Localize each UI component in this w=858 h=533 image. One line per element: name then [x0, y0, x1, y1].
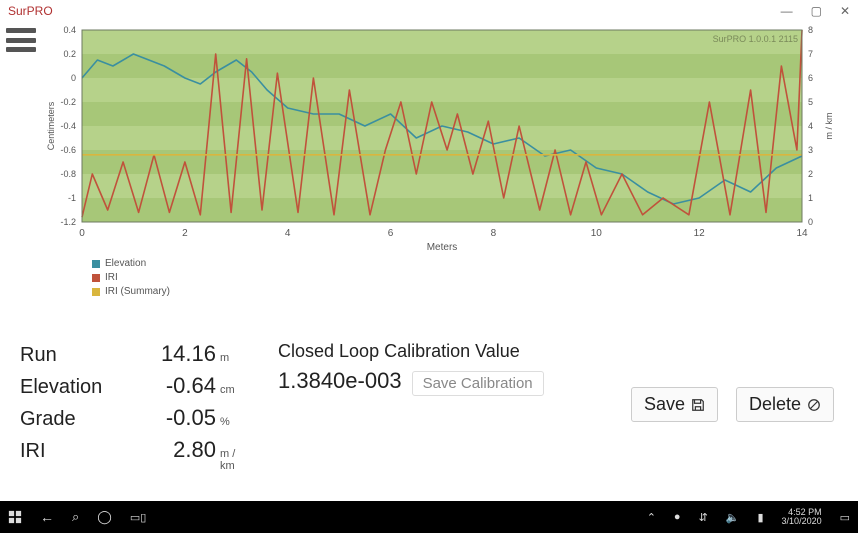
run-value: 14.16 [130, 341, 220, 367]
iri-unit: m / km [220, 448, 250, 472]
window-titlebar: SurPRO — ▢ ✕ [0, 0, 858, 22]
svg-text:-0.2: -0.2 [60, 97, 76, 107]
svg-text:12: 12 [694, 228, 706, 239]
taskbar-date: 3/10/2020 [782, 517, 822, 526]
svg-text:0: 0 [71, 73, 76, 83]
svg-text:2: 2 [182, 228, 188, 239]
svg-text:0.4: 0.4 [63, 25, 76, 35]
svg-text:3: 3 [808, 145, 813, 155]
close-button[interactable]: ✕ [840, 4, 850, 18]
chart-legend: Elevation IRI IRI (Summary) [92, 258, 842, 297]
calibration-panel: Closed Loop Calibration Value 1.3840e-00… [278, 341, 544, 472]
windows-start-icon[interactable] [8, 510, 22, 524]
svg-text:7: 7 [808, 49, 813, 59]
taskview-icon[interactable]: ▭▯ [130, 511, 146, 524]
svg-text:4: 4 [285, 228, 291, 239]
search-icon[interactable]: ⌕ [72, 509, 79, 525]
save-label: Save [644, 394, 685, 415]
run-unit: m [220, 352, 250, 364]
tray-upload-icon[interactable]: ⌃ [647, 511, 656, 524]
svg-text:0: 0 [808, 217, 813, 227]
grade-label: Grade [20, 408, 130, 431]
svg-text:-0.4: -0.4 [60, 121, 76, 131]
menu-button[interactable] [6, 28, 36, 52]
svg-text:m / km: m / km [824, 113, 834, 140]
svg-text:14: 14 [796, 228, 808, 239]
svg-text:10: 10 [591, 228, 603, 239]
windows-taskbar[interactable]: ← ⌕ ◯ ▭▯ ⌃ ● ⇵ 🔈 ▮ 4:52 PM 3/10/2020 ▭ [0, 501, 858, 533]
svg-text:0.2: 0.2 [63, 49, 76, 59]
svg-text:8: 8 [808, 25, 813, 35]
delete-label: Delete [749, 394, 801, 415]
tray-wifi-icon[interactable]: ⇵ [699, 511, 708, 524]
back-icon[interactable]: ← [40, 509, 54, 525]
notifications-icon[interactable]: ▭ [840, 511, 850, 524]
svg-text:6: 6 [388, 228, 394, 239]
svg-text:1: 1 [808, 193, 813, 203]
legend-label: Elevation [105, 258, 146, 269]
svg-text:Centimeters: Centimeters [46, 101, 56, 150]
svg-text:5: 5 [808, 97, 813, 107]
app-body: 02468101214-1.2-1-0.8-0.6-0.4-0.200.20.4… [0, 24, 858, 472]
tray-record-icon[interactable]: ● [674, 511, 681, 523]
minimize-button[interactable]: — [781, 4, 793, 18]
run-label: Run [20, 344, 130, 367]
profile-chart: 02468101214-1.2-1-0.8-0.6-0.4-0.200.20.4… [42, 24, 842, 297]
svg-text:4: 4 [808, 121, 813, 131]
grade-unit: % [220, 416, 250, 428]
svg-text:-0.8: -0.8 [60, 169, 76, 179]
svg-text:2: 2 [808, 169, 813, 179]
svg-text:6: 6 [808, 73, 813, 83]
elevation-value: -0.64 [130, 373, 220, 399]
save-button[interactable]: Save [631, 387, 718, 422]
legend-iri: IRI [92, 272, 842, 283]
svg-text:0: 0 [79, 228, 85, 239]
svg-text:Meters: Meters [427, 242, 458, 252]
save-calibration-button[interactable]: Save Calibration [412, 371, 544, 396]
taskbar-clock[interactable]: 4:52 PM 3/10/2020 [782, 508, 822, 526]
svg-text:-0.6: -0.6 [60, 145, 76, 155]
legend-label: IRI [105, 272, 118, 283]
calibration-value: 1.3840e-003 [278, 368, 402, 394]
app-title: SurPRO [8, 4, 53, 18]
elevation-label: Elevation [20, 376, 130, 399]
legend-elevation: Elevation [92, 258, 842, 269]
legend-iri-summary: IRI (Summary) [92, 286, 842, 297]
svg-text:-1.2: -1.2 [60, 217, 76, 227]
stats-readouts: Run 14.16 m Elevation -0.64 cm Grade -0.… [20, 341, 250, 472]
calibration-title: Closed Loop Calibration Value [278, 341, 544, 362]
svg-text:SurPRO 1.0.0.1 2115: SurPRO 1.0.0.1 2115 [713, 34, 798, 44]
svg-text:-1: -1 [68, 193, 76, 203]
restore-button[interactable]: ▢ [811, 4, 822, 18]
action-bar: Save Delete [631, 387, 834, 422]
legend-label: IRI (Summary) [105, 286, 170, 297]
tray-battery-icon[interactable]: ▮ [757, 511, 763, 524]
grade-value: -0.05 [130, 405, 220, 431]
delete-button[interactable]: Delete [736, 387, 834, 422]
iri-label: IRI [20, 440, 130, 463]
svg-text:8: 8 [491, 228, 497, 239]
cortana-icon[interactable]: ◯ [97, 509, 112, 525]
prohibit-icon [807, 398, 821, 412]
tray-volume-icon[interactable]: 🔈 [726, 511, 740, 524]
iri-value: 2.80 [130, 437, 220, 463]
elevation-unit: cm [220, 384, 250, 396]
floppy-icon [691, 398, 705, 412]
